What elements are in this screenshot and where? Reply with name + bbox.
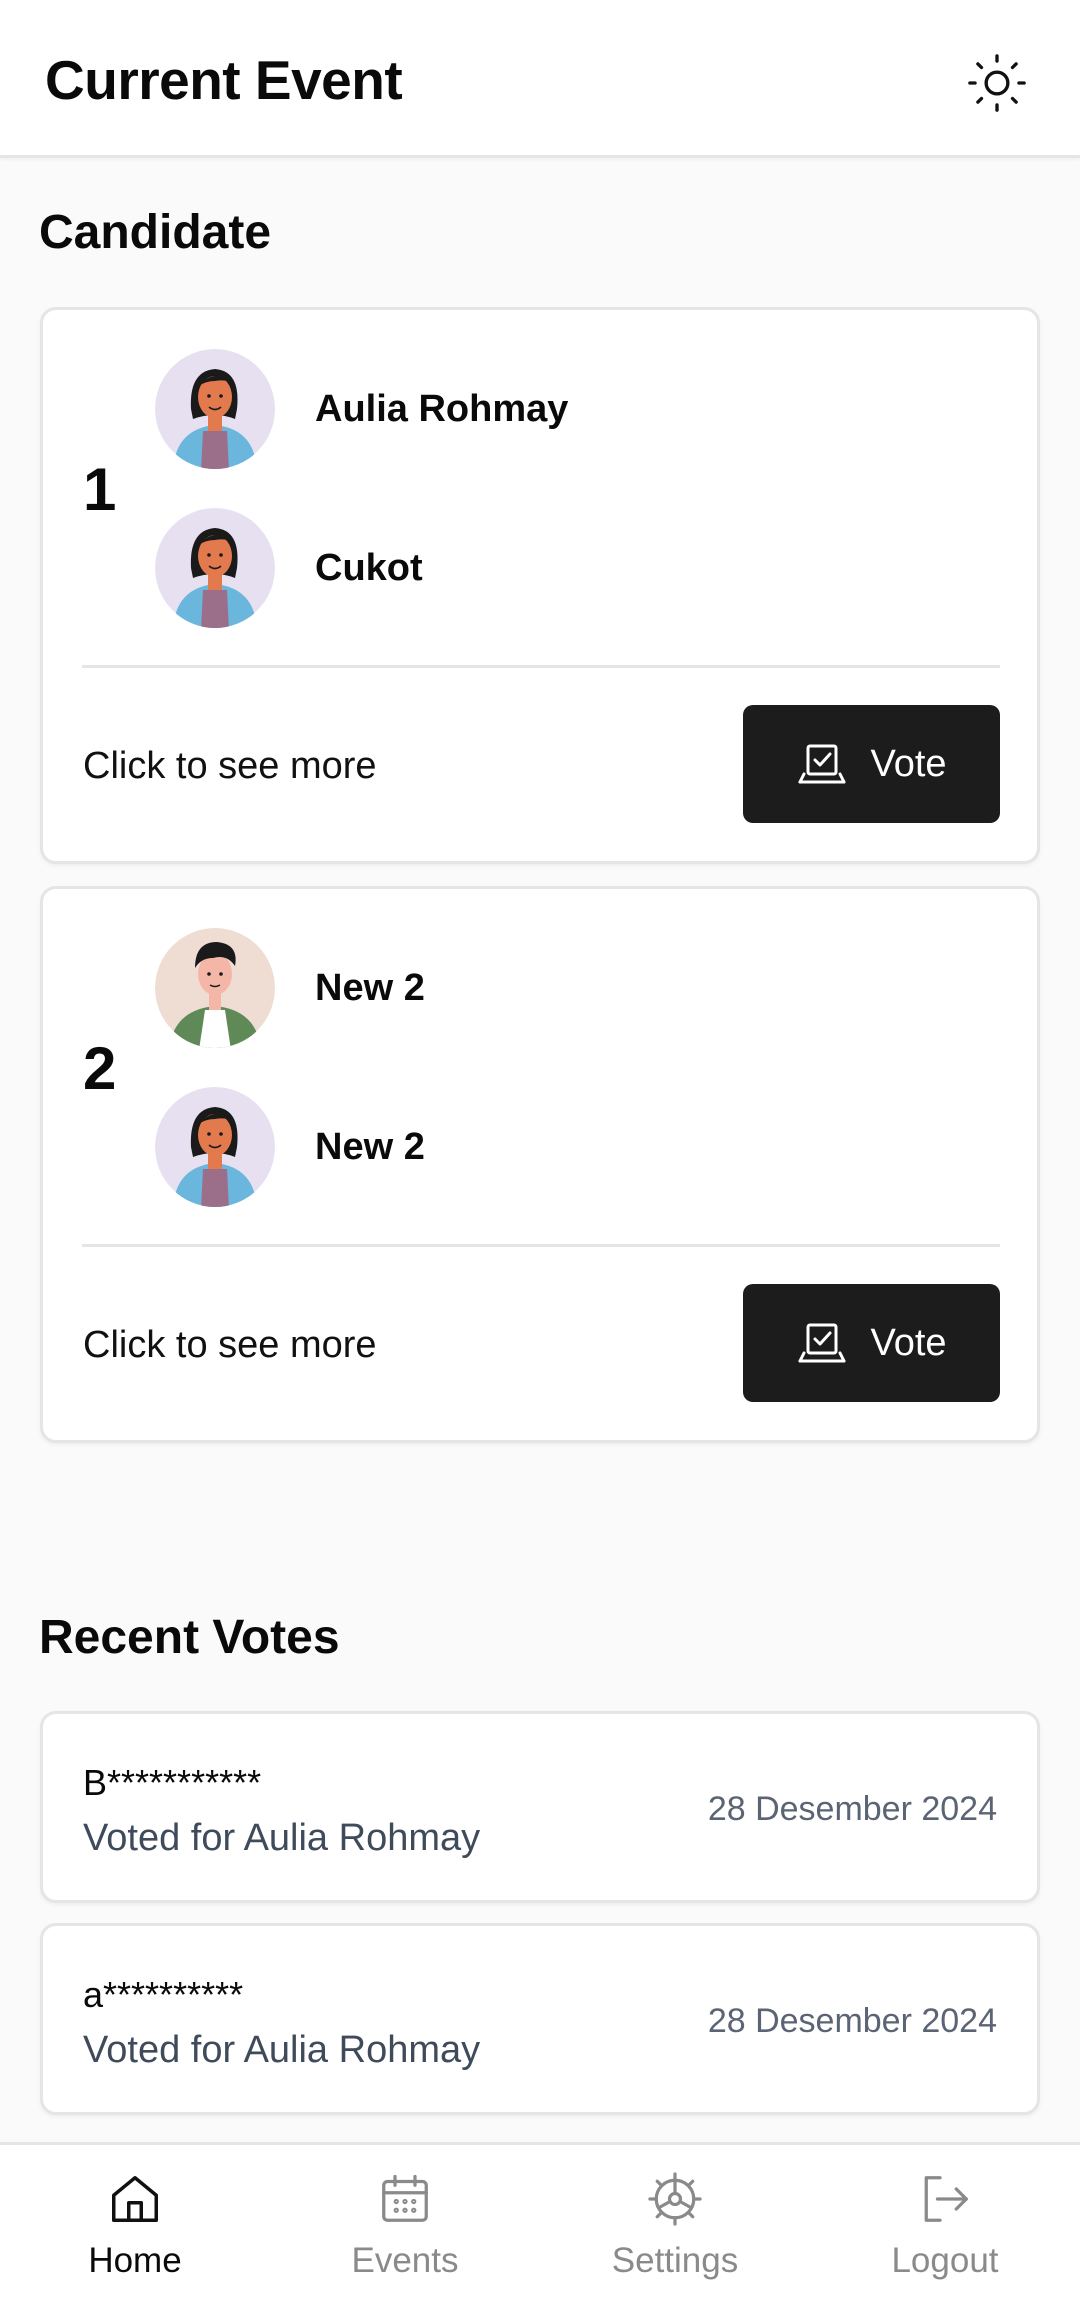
vote-date: 28 Desember 2024: [707, 1790, 997, 1828]
man-avatar: [155, 928, 275, 1048]
vote-date: 28 Desember 2024: [707, 2002, 997, 2040]
candidate-member-name: New 2: [315, 966, 425, 1009]
nav-label-logout: Logout: [891, 2241, 999, 2280]
woman-avatar: [155, 508, 275, 628]
candidate-member: New 2: [155, 928, 425, 1048]
vote-box-icon: [798, 744, 846, 784]
candidate-card[interactable]: 2 New 2 New 2 Click to see more Vote: [40, 886, 1040, 1443]
card-divider: [82, 665, 1000, 668]
vote-button[interactable]: Vote: [743, 705, 1000, 823]
theme-toggle-button[interactable]: [962, 50, 1032, 116]
nav-item-settings[interactable]: Settings: [540, 2145, 810, 2300]
candidate-section-title: Candidate: [39, 206, 272, 259]
candidate-member: New 2: [155, 1087, 425, 1207]
bottom-navigation: Home Events Settings Logout: [0, 2142, 1080, 2300]
calendar-icon: [382, 2174, 428, 2222]
voter-name: a**********: [83, 1974, 244, 2015]
nav-item-events[interactable]: Events: [270, 2145, 540, 2300]
logout-icon: [924, 2176, 968, 2222]
page-title: Current Event: [45, 49, 403, 111]
woman-avatar: [155, 349, 275, 469]
recent-vote-item: a********** Voted for Aulia Rohmay 28 De…: [40, 1923, 1040, 2115]
nav-label-home: Home: [88, 2241, 182, 2280]
voter-name: B***********: [83, 1762, 262, 1803]
card-divider: [82, 1244, 1000, 1247]
candidate-member-name: New 2: [315, 1125, 425, 1168]
candidate-card[interactable]: 1 Aulia Rohmay Cukot Click to see more V…: [40, 307, 1040, 864]
woman-avatar: [155, 1087, 275, 1207]
app: Current Event Candidate 1 Aulia Rohmay C…: [0, 0, 1080, 2300]
vote-box-icon: [798, 1323, 846, 1363]
see-more-link[interactable]: Click to see more: [83, 1324, 377, 1367]
candidate-member: Aulia Rohmay: [155, 349, 568, 469]
candidate-number: 1: [83, 456, 117, 523]
voted-for-text: Voted for Aulia Rohmay: [83, 1817, 481, 1859]
recent-vote-item: B*********** Voted for Aulia Rohmay 28 D…: [40, 1711, 1040, 1903]
home-icon: [112, 2176, 158, 2222]
nav-item-home[interactable]: Home: [0, 2145, 270, 2300]
voted-for-text: Voted for Aulia Rohmay: [83, 2029, 481, 2071]
vote-button-label: Vote: [870, 1321, 947, 1364]
sun-icon: [968, 54, 1026, 112]
candidate-member: Cukot: [155, 508, 423, 628]
nav-label-events: Events: [351, 2241, 459, 2280]
app-header: Current Event: [0, 0, 1080, 158]
see-more-link[interactable]: Click to see more: [83, 745, 377, 788]
vote-button-label: Vote: [870, 742, 947, 785]
recent-votes-title: Recent Votes: [39, 1611, 340, 1664]
candidate-member-name: Cukot: [315, 546, 423, 589]
candidate-number: 2: [83, 1035, 117, 1102]
vote-button[interactable]: Vote: [743, 1284, 1000, 1402]
candidate-member-name: Aulia Rohmay: [315, 387, 569, 430]
nav-item-logout[interactable]: Logout: [810, 2145, 1080, 2300]
settings-icon: [648, 2172, 702, 2226]
nav-label-settings: Settings: [611, 2241, 739, 2280]
